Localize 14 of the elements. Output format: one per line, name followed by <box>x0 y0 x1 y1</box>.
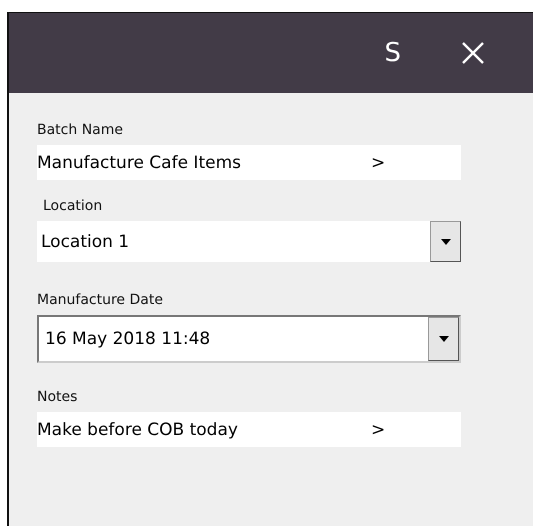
picker-field[interactable]: Manufacture Cafe Items > <box>37 145 461 180</box>
field-label: Notes <box>37 389 78 405</box>
field-label: Manufacture Date <box>37 292 164 308</box>
date-field[interactable]: 16 May 2018 11:48 <box>37 315 461 363</box>
window-title: S <box>384 38 401 68</box>
picker-field[interactable]: Make before COB today > <box>37 412 461 447</box>
dropdown-field[interactable]: Location 1 <box>37 221 461 262</box>
field-label: Batch Name <box>37 122 124 138</box>
dropdown-arrow-icon <box>440 238 450 244</box>
dropdown-button[interactable] <box>430 221 461 262</box>
dropdown-button[interactable] <box>428 317 459 361</box>
close-icon[interactable] <box>461 41 485 65</box>
field-label: Location <box>42 198 104 214</box>
dropdown-arrow-icon <box>438 336 448 342</box>
